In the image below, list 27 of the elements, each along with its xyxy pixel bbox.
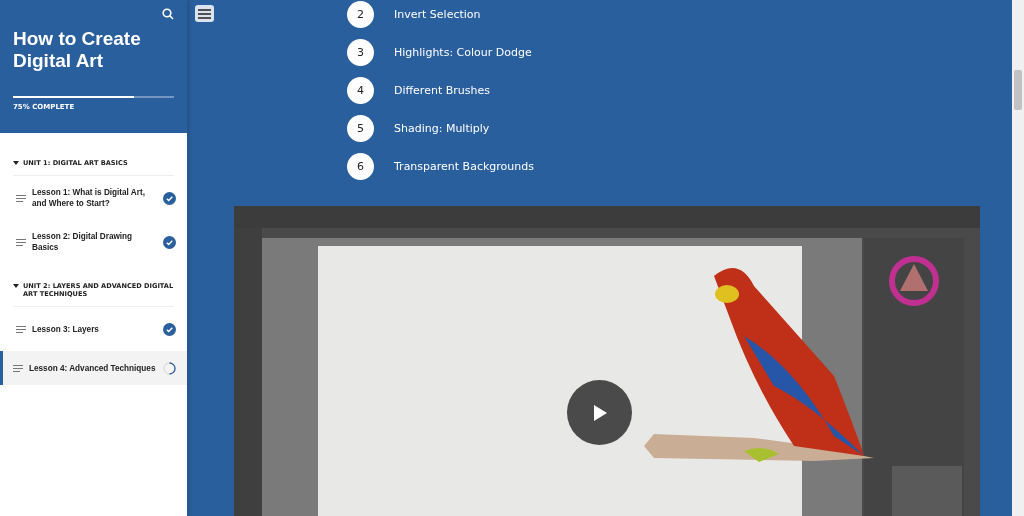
search-icon[interactable] bbox=[162, 8, 174, 20]
scrollbar[interactable] bbox=[1012, 0, 1024, 516]
lines-icon bbox=[16, 238, 26, 246]
step-number: 3 bbox=[347, 39, 374, 66]
lesson-item[interactable]: Lesson 4: Advanced Techniques bbox=[0, 351, 187, 385]
lesson-item[interactable]: Lesson 3: Layers bbox=[0, 307, 187, 351]
step-number: 2 bbox=[347, 1, 374, 28]
step-number: 6 bbox=[347, 153, 374, 180]
step-text: Highlights: Colour Dodge bbox=[394, 46, 532, 59]
scrollbar-thumb[interactable] bbox=[1014, 70, 1022, 110]
course-title: How to Create Digital Art bbox=[13, 28, 142, 72]
step-text: Invert Selection bbox=[394, 8, 481, 21]
step-text: Different Brushes bbox=[394, 84, 490, 97]
step-number: 5 bbox=[347, 115, 374, 142]
step-text: Transparent Backgrounds bbox=[394, 160, 534, 173]
caret-icon bbox=[13, 160, 19, 166]
step-text: Shading: Multiply bbox=[394, 122, 490, 135]
caret-icon bbox=[13, 283, 19, 289]
step-number: 4 bbox=[347, 77, 374, 104]
lines-icon bbox=[13, 364, 23, 372]
lines-icon bbox=[16, 194, 26, 202]
menu-button[interactable] bbox=[195, 5, 214, 22]
lesson-item[interactable]: Lesson 1: What is Digital Art, and Where to Start? bbox=[0, 176, 187, 220]
menu-icon bbox=[198, 8, 211, 19]
play-icon bbox=[592, 404, 607, 421]
lesson-item[interactable]: Lesson 2: Digital Drawing Basics bbox=[0, 220, 187, 264]
lines-icon bbox=[16, 325, 26, 333]
